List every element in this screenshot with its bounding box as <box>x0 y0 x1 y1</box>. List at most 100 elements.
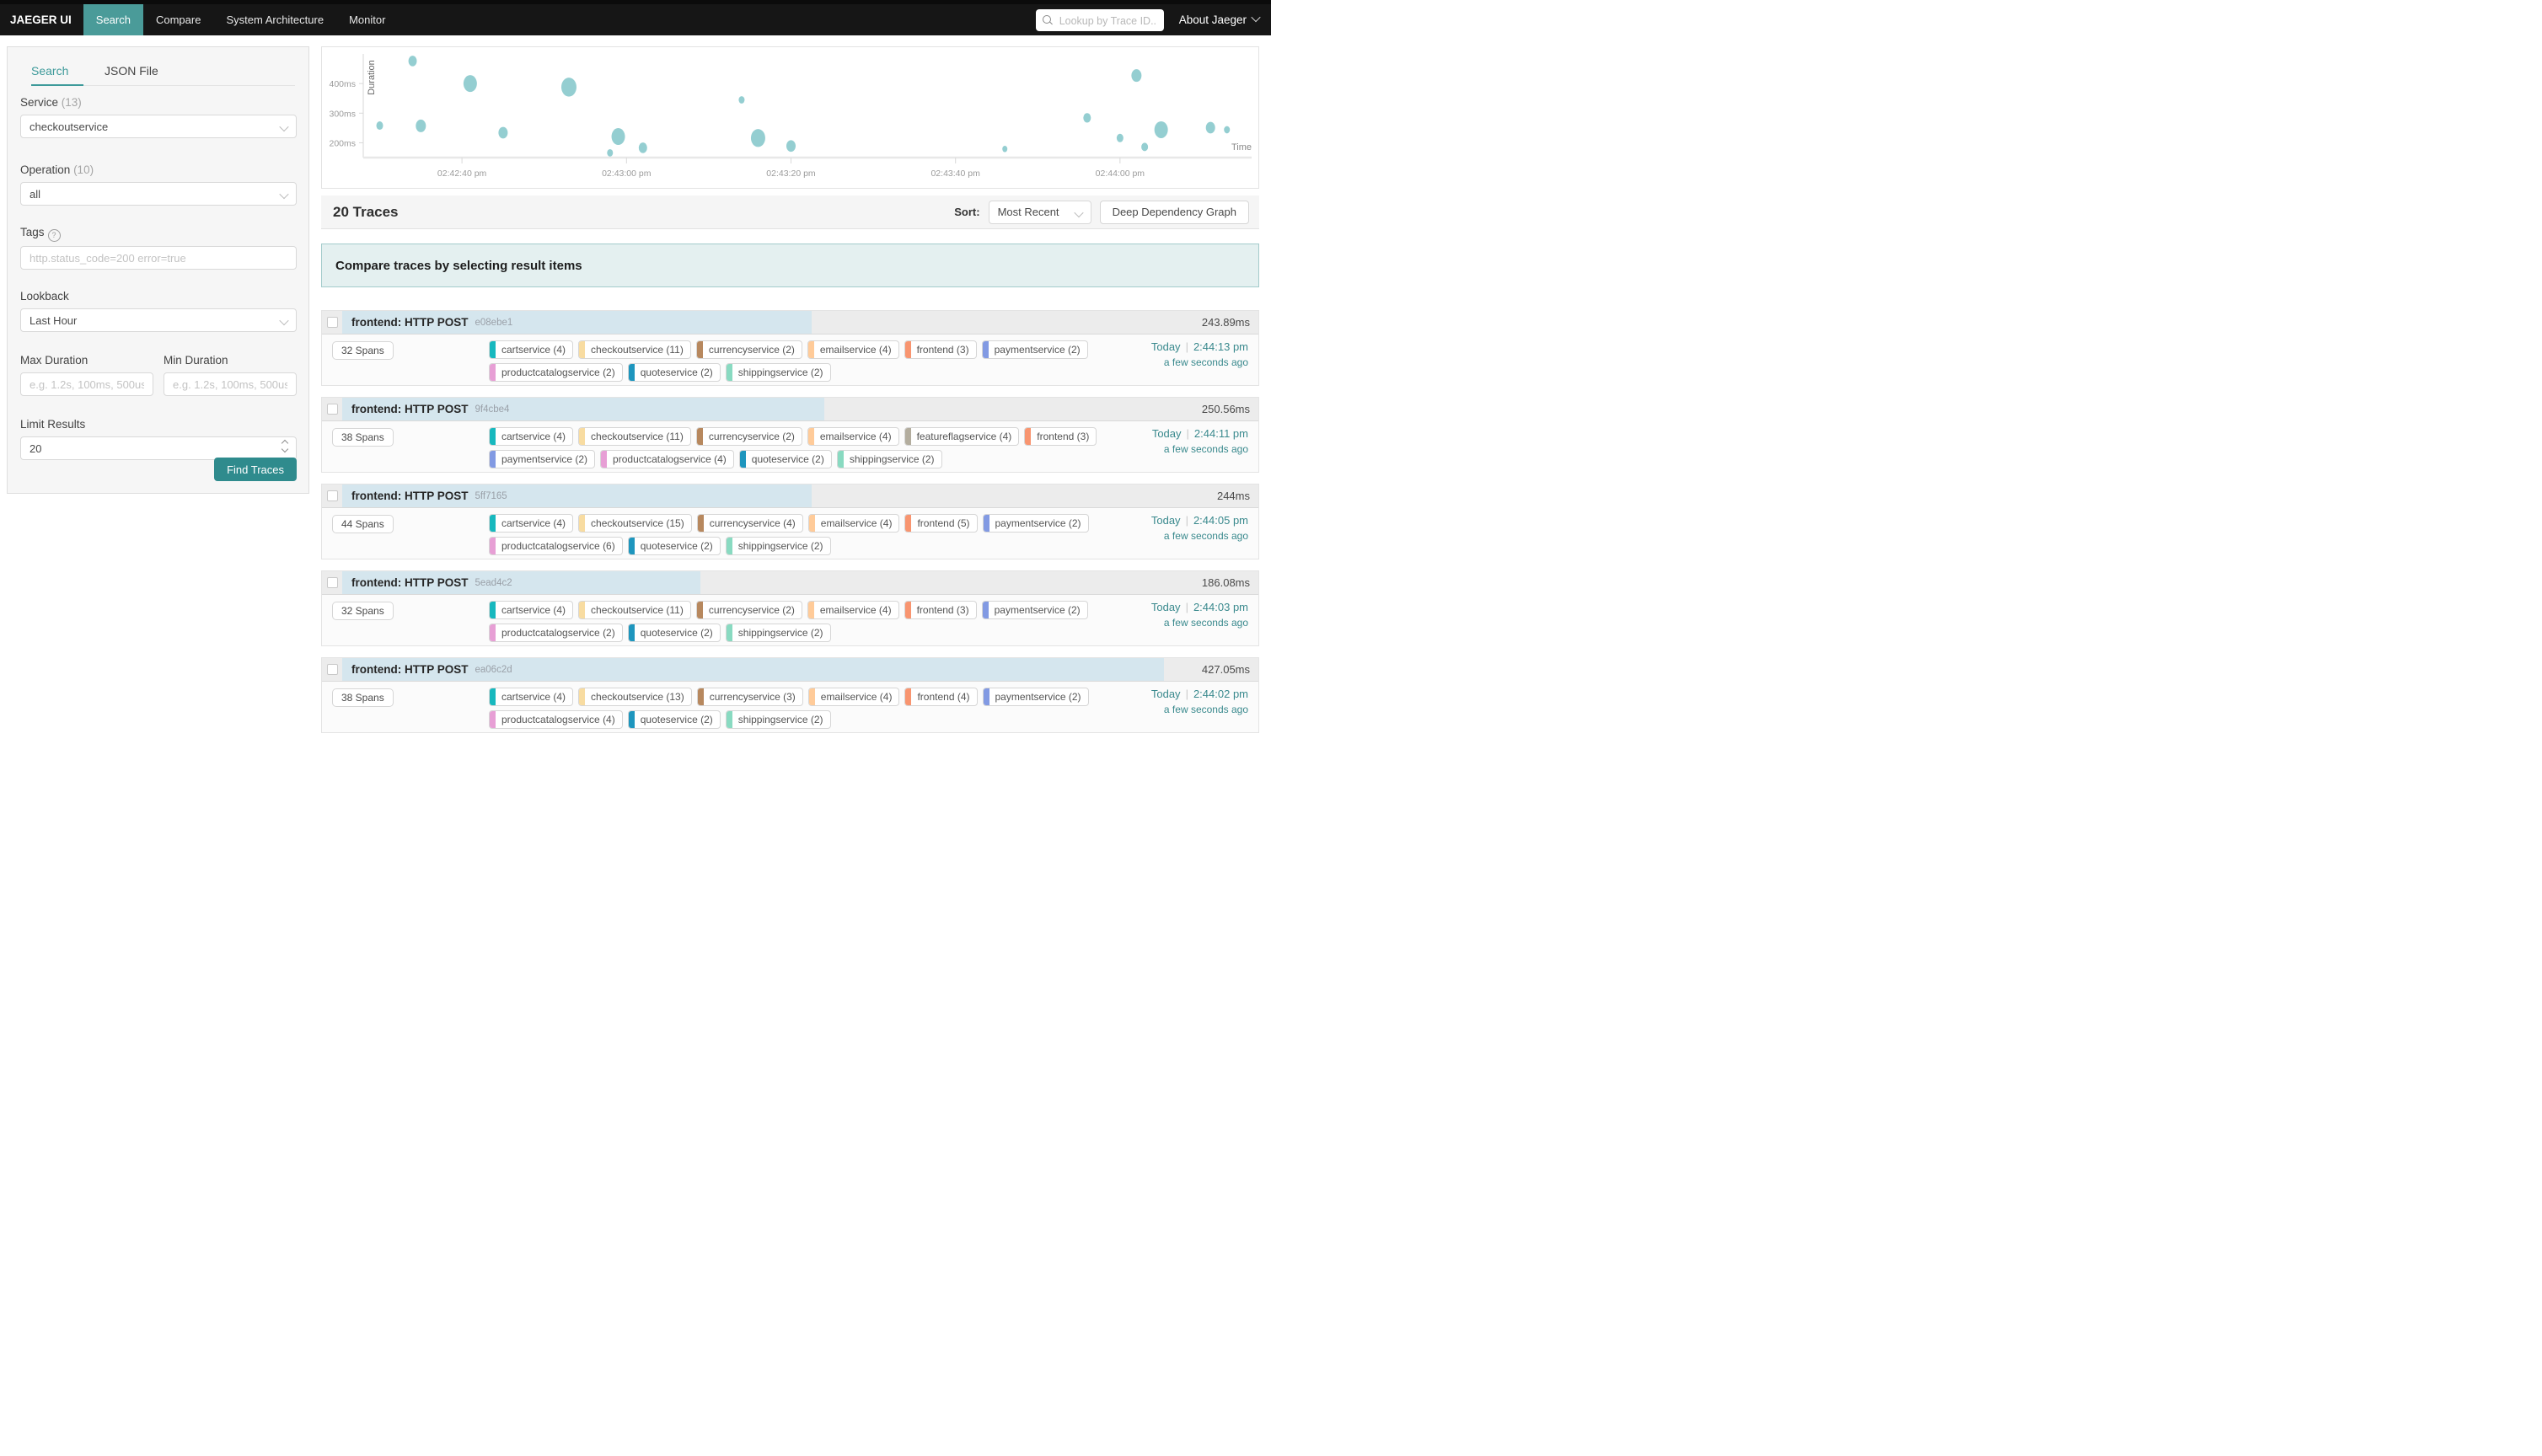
max-duration-box <box>20 372 153 396</box>
limit-results-box <box>20 436 297 460</box>
service-chip-emailservice: emailservice (4) <box>808 514 900 533</box>
service-chip-frontend: frontend (3) <box>1024 427 1097 446</box>
service-color-swatch <box>490 688 496 705</box>
service-color-swatch <box>984 688 989 705</box>
tags-label: Tags? <box>20 226 61 242</box>
service-chip-frontend: frontend (4) <box>904 688 977 706</box>
service-chip-emailservice: emailservice (4) <box>808 688 900 706</box>
x-tick-label: 02:44:00 pm <box>1096 169 1145 179</box>
lookback-select[interactable]: Last Hour <box>20 308 297 332</box>
service-color-swatch <box>490 428 496 445</box>
service-chip-cartservice: cartservice (4) <box>489 514 573 533</box>
tags-input[interactable] <box>21 247 296 269</box>
service-color-swatch <box>740 451 746 468</box>
service-color-swatch <box>490 711 496 728</box>
trace-lookup-input[interactable] <box>1058 9 1159 33</box>
service-chip-list: cartservice (4)checkoutservice (13)curre… <box>489 688 1099 729</box>
service-color-swatch <box>808 428 814 445</box>
service-chip-label: paymentservice (2) <box>989 517 1088 529</box>
trace-select-checkbox[interactable] <box>327 577 338 588</box>
lookback-label: Lookback <box>20 290 69 302</box>
trace-select-checkbox[interactable] <box>327 404 338 415</box>
min-duration-input[interactable] <box>164 373 296 395</box>
nav-tab-monitor[interactable]: Monitor <box>336 4 398 35</box>
trace-result-card[interactable]: frontend: HTTP POST9f4cbe4250.56ms38 Spa… <box>321 397 1259 473</box>
service-chip-quoteservice: quoteservice (2) <box>628 710 721 729</box>
service-color-swatch <box>697 428 703 445</box>
service-chip-label: emailservice (4) <box>814 431 898 442</box>
nav-tabs: SearchCompareSystem ArchitectureMonitor <box>83 4 399 35</box>
service-chip-cartservice: cartservice (4) <box>489 688 573 706</box>
service-chip-label: productcatalogservice (4) <box>607 453 733 465</box>
search-icon <box>1043 15 1051 24</box>
trace-scatter-point <box>786 140 796 152</box>
trace-time-line: Today|2:44:03 pm <box>1151 601 1248 613</box>
service-color-swatch <box>490 624 496 641</box>
help-icon[interactable]: ? <box>48 229 61 242</box>
trace-select-checkbox[interactable] <box>327 664 338 675</box>
trace-timestamp: Today|2:44:02 pma few seconds ago <box>1151 688 1248 715</box>
sidebar-tab-search[interactable]: Search <box>31 64 68 78</box>
trace-scatter-point <box>1131 69 1141 82</box>
find-traces-button[interactable]: Find Traces <box>214 458 297 481</box>
trace-result-card[interactable]: frontend: HTTP POSTe08ebe1243.89ms32 Spa… <box>321 310 1259 386</box>
operation-select[interactable]: all <box>20 182 297 206</box>
trace-duration: 427.05ms <box>1202 663 1250 676</box>
deep-dependency-graph-button[interactable]: Deep Dependency Graph <box>1100 201 1249 224</box>
service-select-value: checkoutservice <box>29 120 108 133</box>
trace-result-card[interactable]: frontend: HTTP POST5ead4c2186.08ms32 Spa… <box>321 570 1259 646</box>
service-color-swatch <box>905 341 911 358</box>
trace-lookup-box <box>1036 9 1164 31</box>
service-chip-label: frontend (3) <box>1031 431 1096 442</box>
service-color-swatch <box>808 341 814 358</box>
trace-result-card[interactable]: frontend: HTTP POST5ff7165244ms44 Spansc… <box>321 484 1259 559</box>
service-chip-label: paymentservice (2) <box>989 344 1087 356</box>
trace-day: Today <box>1151 514 1181 527</box>
trace-scatter-point <box>1155 121 1168 138</box>
nav-tab-system-architecture[interactable]: System Architecture <box>213 4 336 35</box>
results-count: 20 Traces <box>333 204 399 221</box>
trace-scatter-point <box>612 128 625 145</box>
trace-result-card[interactable]: frontend: HTTP POSTea06c2d427.05ms38 Spa… <box>321 657 1259 733</box>
trace-time: 2:44:02 pm <box>1193 688 1248 700</box>
service-chip-checkoutservice: checkoutservice (11) <box>578 601 691 619</box>
trace-select-checkbox[interactable] <box>327 317 338 328</box>
span-count-chip: 44 Spans <box>332 515 394 533</box>
number-stepper[interactable] <box>281 441 289 452</box>
service-color-swatch <box>983 602 989 618</box>
nav-tab-search[interactable]: Search <box>83 4 143 35</box>
service-chip-label: emailservice (4) <box>815 691 899 703</box>
service-chip-productcatalogservice: productcatalogservice (2) <box>489 363 623 382</box>
service-chip-quoteservice: quoteservice (2) <box>628 624 721 642</box>
limit-results-input[interactable] <box>21 437 296 459</box>
compare-banner: Compare traces by selecting result items <box>321 244 1259 287</box>
trace-relative-time: a few seconds ago <box>1151 617 1248 629</box>
time-separator: | <box>1186 340 1188 353</box>
span-count-chip: 38 Spans <box>332 428 394 447</box>
service-color-swatch <box>808 602 814 618</box>
service-color-swatch <box>490 364 496 381</box>
service-chip-label: cartservice (4) <box>496 691 572 703</box>
nav-tab-compare[interactable]: Compare <box>143 4 213 35</box>
service-chip-list: cartservice (4)checkoutservice (15)curre… <box>489 514 1099 555</box>
y-tick-label: 400ms <box>329 79 356 89</box>
service-chip-currencyservice: currencyservice (4) <box>697 514 803 533</box>
service-chip-label: productcatalogservice (6) <box>496 540 622 552</box>
x-axis-title: Time <box>1231 142 1252 153</box>
sort-select[interactable]: Most Recent <box>989 201 1091 224</box>
max-duration-input[interactable] <box>21 373 153 395</box>
trace-scatter-point <box>409 56 417 67</box>
service-select[interactable]: checkoutservice <box>20 115 297 138</box>
service-color-swatch <box>809 688 815 705</box>
service-chip-label: cartservice (4) <box>496 344 572 356</box>
service-chip-label: quoteservice (2) <box>635 714 720 725</box>
about-jaeger-menu[interactable]: About Jaeger <box>1179 13 1259 26</box>
trace-select-checkbox[interactable] <box>327 490 338 501</box>
service-chip-list: cartservice (4)checkoutservice (11)curre… <box>489 601 1099 642</box>
sidebar-tab-json-file[interactable]: JSON File <box>105 64 158 78</box>
service-chip-label: currencyservice (2) <box>703 431 802 442</box>
service-chip-label: shippingservice (2) <box>732 627 830 639</box>
chevron-down-icon <box>1074 207 1083 217</box>
service-color-swatch <box>905 602 911 618</box>
service-chip-shippingservice: shippingservice (2) <box>726 363 831 382</box>
